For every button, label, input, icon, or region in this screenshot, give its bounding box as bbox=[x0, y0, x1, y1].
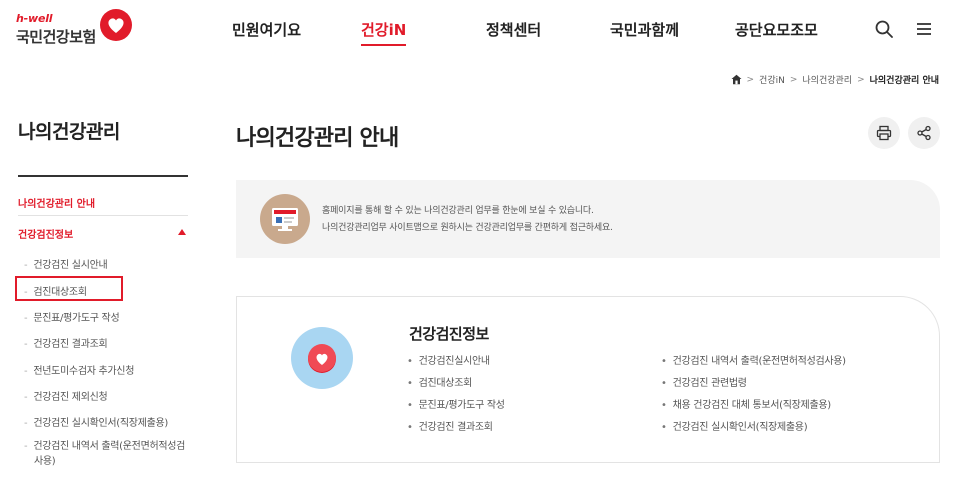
nav-item-policy[interactable]: 정책센터 bbox=[486, 19, 541, 40]
logo-tagline: h-well bbox=[16, 12, 53, 25]
breadcrumb-separator: > bbox=[857, 74, 865, 85]
breadcrumb-current: 나의건강관리 안내 bbox=[869, 76, 939, 86]
dash-icon: - bbox=[24, 260, 28, 271]
sidebar-subitem-label: 검진대상조회 bbox=[33, 287, 87, 298]
sidebar-divider bbox=[18, 215, 188, 216]
sidebar-subitem[interactable]: - 건강검진 실시안내 bbox=[24, 256, 108, 271]
sidebar-subitem-target-lookup[interactable]: - 검진대상조회 bbox=[24, 283, 87, 298]
nav-item-together[interactable]: 국민과함께 bbox=[610, 19, 679, 40]
sidebar-item-health-guide[interactable]: 나의건강관리 안내 bbox=[18, 195, 95, 210]
logo-name: 국민건강보험 bbox=[16, 28, 96, 46]
intro-text: 나의건강관리업무 사이트맵으로 원하시는 건강관리업무를 간편하게 접근하세요. bbox=[322, 223, 613, 233]
sidebar-subitem[interactable]: - 건강검진 실시확인서(직장제출용) bbox=[24, 414, 168, 429]
search-icon[interactable] bbox=[873, 18, 895, 40]
sidebar-item-checkup-info[interactable]: 건강검진정보 bbox=[18, 226, 73, 241]
breadcrumb-separator: > bbox=[789, 74, 798, 85]
card-link-list-left: 건강검진실시안내 검진대상조회 문진표/평가도구 작성 건강검진 결과조회 bbox=[407, 355, 505, 443]
hamburger-menu-icon[interactable] bbox=[913, 18, 935, 40]
dash-icon: - bbox=[24, 313, 28, 324]
card-title: 건강검진정보 bbox=[409, 325, 489, 343]
dash-icon: - bbox=[24, 441, 28, 452]
dash-icon: - bbox=[24, 339, 28, 350]
heart-logo-icon bbox=[100, 9, 132, 41]
sidebar-subitem[interactable]: - 건강검진 내역서 출력(운전면허적성검사용) bbox=[24, 439, 192, 469]
card-link[interactable]: 건강검진 실시확인서(직장제출용) bbox=[661, 421, 846, 443]
sidebar-subitem-label: 전년도미수검자 추가신청 bbox=[33, 366, 135, 377]
page-title: 나의건강관리 안내 bbox=[236, 126, 399, 151]
sidebar-subitem-label: 건강검진 제외신청 bbox=[33, 392, 108, 403]
sidebar-subitem[interactable]: - 건강검진 제외신청 bbox=[24, 388, 108, 403]
card-link[interactable]: 건강검진실시안내 bbox=[407, 355, 505, 377]
card-link[interactable]: 건강검진 관련법령 bbox=[661, 377, 846, 399]
sidebar-subitem-label: 건강검진 실시안내 bbox=[33, 260, 108, 271]
home-icon[interactable] bbox=[731, 74, 742, 85]
nav-item-about[interactable]: 공단요모조모 bbox=[735, 19, 818, 40]
dash-icon: - bbox=[24, 418, 28, 429]
dash-icon: - bbox=[24, 392, 28, 403]
sidebar-subitem-label: 문진표/평가도구 작성 bbox=[33, 313, 120, 324]
share-icon bbox=[917, 125, 931, 141]
share-button[interactable] bbox=[908, 117, 940, 149]
sidebar-subitem-label: 건강검진 결과조회 bbox=[33, 339, 108, 350]
dash-icon: - bbox=[24, 287, 28, 298]
caret-up-icon[interactable] bbox=[178, 229, 186, 235]
card-link-list-right: 건강검진 내역서 출력(운전면허적성검사용) 건강검진 관련법령 채용 건강검진… bbox=[661, 355, 846, 443]
site-header: h-well 국민건강보험 민원여기요 건강iN 정책센터 국민과함께 공단요모… bbox=[0, 0, 955, 62]
dash-icon: - bbox=[24, 366, 28, 377]
nav-item-health-in[interactable]: 건강iN bbox=[361, 19, 407, 46]
sidebar-subitem[interactable]: - 건강검진 결과조회 bbox=[24, 335, 108, 350]
sidebar-subitem-label: 건강검진 실시확인서(직장제출용) bbox=[33, 418, 168, 429]
breadcrumb: > 건강iN > 나의건강관리 > 나의건강관리 안내 bbox=[731, 73, 939, 86]
card-link[interactable]: 채용 건강검진 대체 통보서(직장제출용) bbox=[661, 399, 846, 421]
monitor-icon bbox=[260, 194, 310, 244]
breadcrumb-separator: > bbox=[746, 74, 755, 85]
intro-text: 홈페이지를 통해 할 수 있는 나의건강관리 업무를 한눈에 보실 수 있습니다… bbox=[322, 206, 594, 216]
sidebar-title: 나의건강관리 bbox=[18, 121, 120, 143]
checkup-info-card: 건강검진정보 건강검진실시안내 검진대상조회 문진표/평가도구 작성 건강검진 … bbox=[236, 296, 940, 463]
print-button[interactable] bbox=[868, 117, 900, 149]
sidebar-divider bbox=[18, 175, 188, 177]
card-link[interactable]: 건강검진 결과조회 bbox=[407, 421, 505, 443]
sidebar-subitem[interactable]: - 문진표/평가도구 작성 bbox=[24, 309, 120, 324]
sidebar-subitem[interactable]: - 전년도미수검자 추가신청 bbox=[24, 362, 134, 377]
breadcrumb-item[interactable]: 나의건강관리 bbox=[802, 73, 852, 86]
breadcrumb-item[interactable]: 건강iN bbox=[759, 73, 785, 86]
intro-banner: 홈페이지를 통해 할 수 있는 나의건강관리 업무를 한눈에 보실 수 있습니다… bbox=[236, 180, 940, 258]
card-link[interactable]: 검진대상조회 bbox=[407, 377, 505, 399]
nav-item-civil[interactable]: 민원여기요 bbox=[232, 19, 301, 40]
heart-badge-icon bbox=[291, 327, 353, 389]
card-link[interactable]: 건강검진 내역서 출력(운전면허적성검사용) bbox=[661, 355, 846, 377]
logo[interactable]: h-well 국민건강보험 bbox=[16, 8, 136, 52]
print-icon bbox=[876, 125, 892, 141]
card-link[interactable]: 문진표/평가도구 작성 bbox=[407, 399, 505, 421]
sidebar-subitem-label: 건강검진 내역서 출력(운전면허적성검사용) bbox=[33, 441, 186, 467]
